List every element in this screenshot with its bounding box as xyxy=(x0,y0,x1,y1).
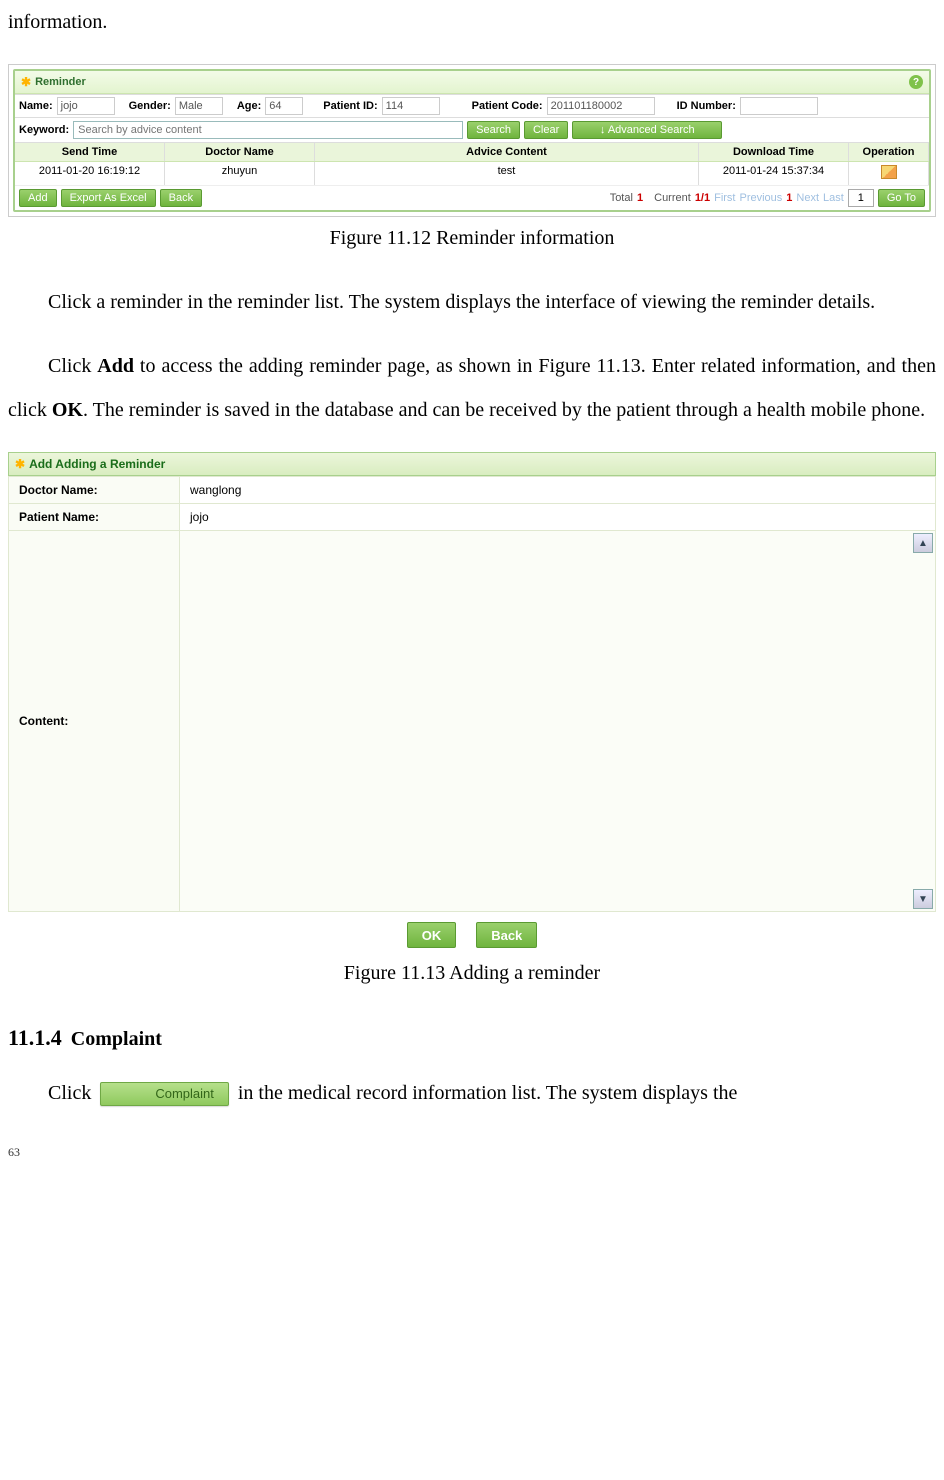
age-value: 64 xyxy=(265,97,303,115)
pager-goto-input[interactable] xyxy=(848,189,874,207)
paragraph-view-details: Click a reminder in the reminder list. T… xyxy=(8,280,936,324)
search-button[interactable]: Search xyxy=(467,121,520,139)
th-download-time: Download Time xyxy=(699,143,849,161)
complaint-button[interactable]: Complaint xyxy=(100,1082,229,1106)
gender-value: Male xyxy=(175,97,223,115)
figure-caption-13: Figure 11.13 Adding a reminder xyxy=(8,962,936,985)
patient-name-label: Patient Name: xyxy=(9,504,180,531)
name-label: Name: xyxy=(19,100,53,112)
pager-previous[interactable]: Previous xyxy=(740,192,783,204)
pager-total-value: 1 xyxy=(637,192,643,204)
th-send-time: Send Time xyxy=(15,143,165,161)
clear-button[interactable]: Clear xyxy=(524,121,568,139)
scroll-up-icon[interactable]: ▲ xyxy=(913,533,933,553)
pcode-value: 201101180002 xyxy=(547,97,655,115)
doctor-name-value: wanglong xyxy=(180,477,936,504)
name-value: jojo xyxy=(57,97,115,115)
section-heading-complaint: 11.1.4 Complaint xyxy=(8,1025,936,1051)
age-label: Age: xyxy=(237,100,261,112)
patient-name-value: jojo xyxy=(180,504,936,531)
paragraph-complaint: Click Complaint in the medical record in… xyxy=(8,1071,936,1115)
panel-title: Reminder xyxy=(35,76,86,88)
page-number: 63 xyxy=(8,1145,936,1160)
figure-caption-12: Figure 11.12 Reminder information xyxy=(8,227,936,250)
pager-total-label: Total xyxy=(610,192,633,204)
paragraph-add-reminder: Click Add to access the adding reminder … xyxy=(8,344,936,432)
star-icon: ✱ xyxy=(15,457,25,471)
export-excel-button[interactable]: Export As Excel xyxy=(61,189,156,207)
th-doctor-name: Doctor Name xyxy=(165,143,315,161)
add-panel-title: Add Adding a Reminder xyxy=(29,457,165,471)
content-textarea[interactable]: ▲ ▼ xyxy=(180,531,935,911)
help-icon[interactable]: ? xyxy=(909,75,923,89)
pager-current-label: Current xyxy=(654,192,691,204)
add-panel-header: ✱ Add Adding a Reminder xyxy=(8,452,936,476)
back-button[interactable]: Back xyxy=(476,922,537,948)
add-reminder-screenshot: ✱ Add Adding a Reminder Doctor Name: wan… xyxy=(8,452,936,952)
idn-value xyxy=(740,97,818,115)
ok-button[interactable]: OK xyxy=(407,922,457,948)
content-label: Content: xyxy=(9,531,180,912)
table-footer: Add Export As Excel Back Total 1 Current… xyxy=(15,186,929,210)
panel-header: ✱ Reminder ? xyxy=(15,71,929,94)
intro-fragment: information. xyxy=(8,0,936,44)
th-advice-content: Advice Content xyxy=(315,143,699,161)
cell-download-time: 2011-01-24 15:37:34 xyxy=(699,162,849,185)
table-row[interactable]: 2011-01-20 16:19:12 zhuyun test 2011-01-… xyxy=(15,162,929,186)
table-header: Send Time Doctor Name Advice Content Dow… xyxy=(15,143,929,162)
reminder-screenshot: ✱ Reminder ? Name: jojo Gender: Male Age… xyxy=(8,64,936,217)
cell-send-time: 2011-01-20 16:19:12 xyxy=(15,162,165,185)
keyword-label: Keyword: xyxy=(19,124,69,136)
cell-doctor-name: zhuyun xyxy=(165,162,315,185)
gender-label: Gender: xyxy=(129,100,171,112)
pid-label: Patient ID: xyxy=(323,100,377,112)
pcode-label: Patient Code: xyxy=(472,100,543,112)
pid-value: 114 xyxy=(382,97,440,115)
keyword-row: Keyword: Search Clear ↓ Advanced Search xyxy=(15,118,929,143)
edit-icon[interactable] xyxy=(881,165,897,179)
pager-current-value: 1/1 xyxy=(695,192,710,204)
advanced-search-button[interactable]: ↓ Advanced Search xyxy=(572,121,722,139)
patient-info-row: Name: jojo Gender: Male Age: 64 Patient … xyxy=(15,94,929,118)
idn-label: ID Number: xyxy=(677,100,736,112)
pager: Total 1 Current 1/1 First Previous 1 Nex… xyxy=(610,189,925,207)
back-button[interactable]: Back xyxy=(160,189,202,207)
cell-operation xyxy=(849,162,929,185)
doctor-name-label: Doctor Name: xyxy=(9,477,180,504)
cell-advice-content: test xyxy=(315,162,699,185)
add-form-table: Doctor Name: wanglong Patient Name: jojo… xyxy=(8,476,936,912)
keyword-input[interactable] xyxy=(73,121,463,139)
form-button-row: OK Back xyxy=(8,912,936,952)
pager-first[interactable]: First xyxy=(714,192,735,204)
pager-page: 1 xyxy=(786,192,792,204)
pager-last[interactable]: Last xyxy=(823,192,844,204)
pager-next[interactable]: Next xyxy=(796,192,819,204)
add-button[interactable]: Add xyxy=(19,189,57,207)
scroll-down-icon[interactable]: ▼ xyxy=(913,889,933,909)
th-operation: Operation xyxy=(849,143,929,161)
star-icon: ✱ xyxy=(21,75,31,89)
goto-button[interactable]: Go To xyxy=(878,189,925,207)
